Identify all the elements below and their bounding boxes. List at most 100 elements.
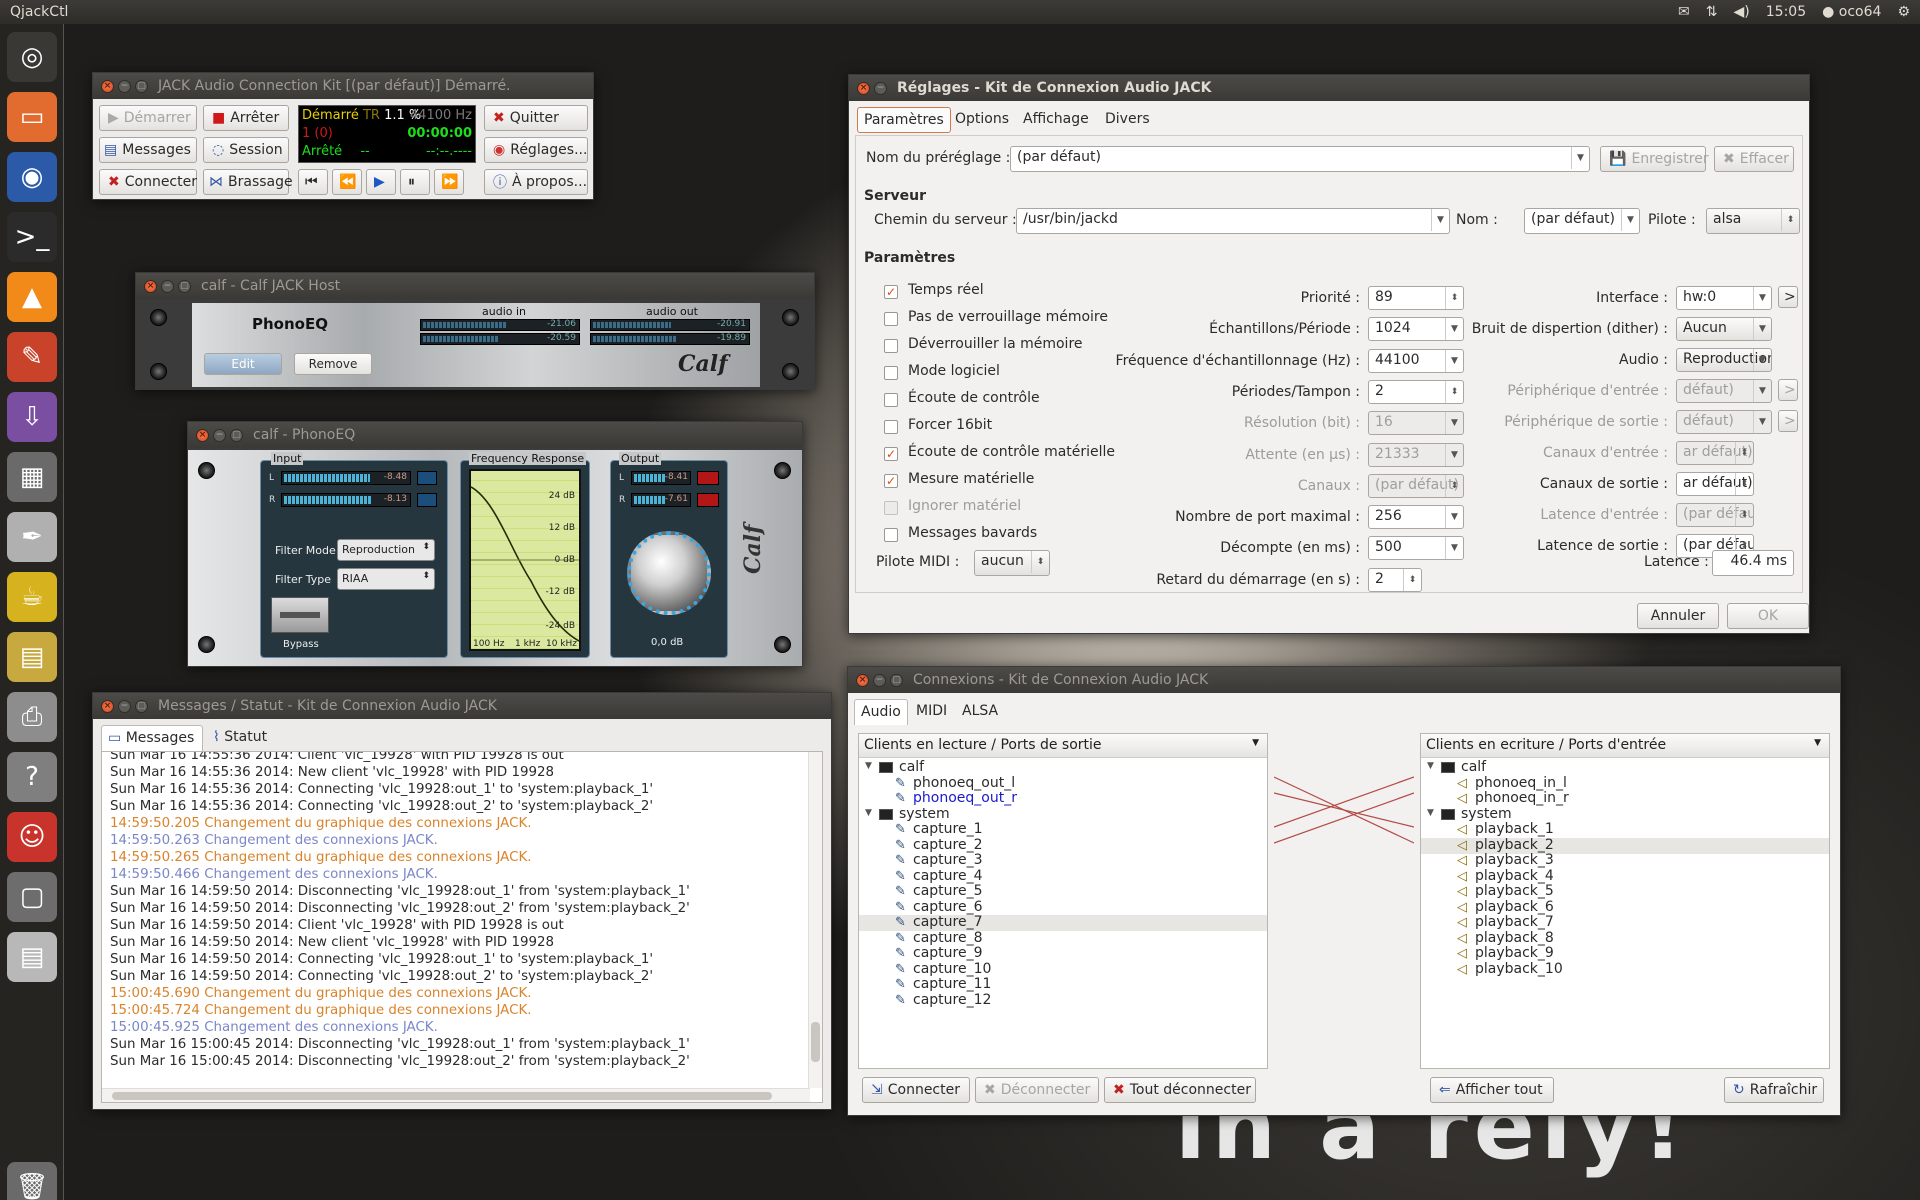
- patchbay-button[interactable]: ⋈ Brassage: [203, 169, 293, 195]
- expand-arrow-icon[interactable]: ▼: [1427, 808, 1434, 818]
- settings-button[interactable]: ◉ Réglages...: [484, 137, 588, 163]
- parameter-field[interactable]: 500 ▼: [1368, 536, 1464, 561]
- gain-knob[interactable]: [627, 531, 711, 615]
- quit-button[interactable]: ✖ Quitter: [484, 105, 588, 131]
- server-name-combo[interactable]: (par défaut) ▼: [1524, 208, 1640, 234]
- device-combo[interactable]: hw:0 ▼: [1676, 286, 1772, 310]
- checkbox-label[interactable]: Pas de verrouillage mémoire: [908, 309, 1108, 325]
- disconnect-all-button[interactable]: ✖ Tout déconnecter: [1104, 1077, 1256, 1103]
- maximize-icon[interactable]: □: [178, 279, 191, 293]
- minimize-icon[interactable]: −: [873, 673, 886, 687]
- checkbox[interactable]: [884, 312, 898, 326]
- teapot-icon[interactable]: ☕: [7, 572, 57, 622]
- minimize-icon[interactable]: −: [161, 279, 174, 293]
- archive-icon[interactable]: ▤: [7, 632, 57, 682]
- ok-button[interactable]: OK: [1727, 603, 1809, 629]
- device-combo[interactable]: Aucun ▼: [1676, 317, 1772, 341]
- tab-status[interactable]: ⌇ Statut: [207, 725, 287, 751]
- terminal-icon[interactable]: >_: [7, 212, 57, 262]
- help-icon[interactable]: ?: [7, 752, 57, 802]
- maximize-icon[interactable]: □: [135, 699, 148, 713]
- checkbox-label[interactable]: Messages bavards: [908, 525, 1037, 541]
- expand-arrow-icon[interactable]: ▼: [1427, 761, 1434, 771]
- vertical-scrollbar[interactable]: [808, 752, 822, 1088]
- messages-button[interactable]: ▤ Messages: [99, 137, 197, 163]
- browse-button[interactable]: >: [1778, 379, 1798, 401]
- device-combo[interactable]: ar défaut) ⬍: [1676, 472, 1754, 496]
- checkbox[interactable]: [884, 420, 898, 434]
- scanner-icon[interactable]: ⎙: [7, 692, 57, 742]
- close-icon[interactable]: ×: [196, 428, 209, 442]
- expand-arrow-icon[interactable]: ▼: [865, 761, 872, 771]
- stop-button[interactable]: ■ Arrêter: [203, 105, 289, 131]
- parameter-field[interactable]: 256 ▼: [1368, 505, 1464, 530]
- parameter-field[interactable]: 44100 ▼: [1368, 348, 1464, 373]
- minimize-icon[interactable]: −: [118, 79, 131, 93]
- forward-button[interactable]: ⏩: [434, 169, 464, 195]
- scroll-thumb[interactable]: [811, 1022, 820, 1062]
- checkbox[interactable]: [884, 339, 898, 353]
- start-button[interactable]: ▶ Démarrer: [99, 105, 197, 131]
- close-icon[interactable]: ×: [101, 79, 114, 93]
- server-path-combo[interactable]: /usr/bin/jackd ▼: [1016, 208, 1450, 234]
- cancel-button[interactable]: Annuler: [1637, 603, 1719, 629]
- session-button[interactable]: ◌ Session: [203, 137, 289, 163]
- tab-midi[interactable]: MIDI: [910, 699, 953, 725]
- remove-button[interactable]: Remove: [294, 353, 372, 375]
- mail-icon[interactable]: ✉: [1678, 4, 1690, 20]
- filter-type-select[interactable]: RIAA ⬍: [337, 568, 435, 590]
- checkbox[interactable]: [884, 528, 898, 542]
- vlc-icon[interactable]: ▲: [7, 272, 57, 322]
- network-icon[interactable]: ⇅: [1706, 4, 1718, 20]
- pause-button[interactable]: ⏸: [400, 169, 430, 195]
- tab-messages[interactable]: ▭ Messages: [101, 725, 203, 751]
- rewind-start-button[interactable]: ⏮: [298, 169, 328, 195]
- volume-icon[interactable]: ◀): [1734, 4, 1750, 20]
- title-bar[interactable]: × − □ Connexions - Kit de Connexion Audio …: [848, 667, 1840, 693]
- close-icon[interactable]: ×: [101, 699, 114, 713]
- checkbox-label[interactable]: Mode logiciel: [908, 363, 1000, 379]
- log-area[interactable]: Sun Mar 16 14:55:36 2014: Client 'vlc_19…: [101, 751, 823, 1103]
- clock[interactable]: 15:05: [1766, 4, 1806, 20]
- close-icon[interactable]: ×: [857, 81, 870, 95]
- close-icon[interactable]: ×: [856, 673, 869, 687]
- pen-icon[interactable]: ✒: [7, 512, 57, 562]
- connect-button[interactable]: ✖ Connecter: [99, 169, 197, 195]
- device-combo[interactable]: Reproduction ▼: [1676, 348, 1772, 372]
- parameter-field[interactable]: 2 ⬍: [1368, 379, 1464, 404]
- mascot-icon[interactable]: ☺: [7, 812, 57, 862]
- tab-alsa[interactable]: ALSA: [956, 699, 1004, 725]
- tab-options[interactable]: Options: [949, 107, 1015, 133]
- settings-icon[interactable]: ✎: [7, 332, 57, 382]
- checkbox-label[interactable]: Déverrouiller la mémoire: [908, 336, 1083, 352]
- user-menu[interactable]: ● oco64: [1822, 4, 1881, 20]
- maximize-icon[interactable]: □: [890, 673, 903, 687]
- maximize-icon[interactable]: □: [230, 428, 243, 442]
- delete-button[interactable]: ✖ Effacer: [1714, 146, 1794, 172]
- firefox-icon[interactable]: ◉: [7, 152, 57, 202]
- installer-icon[interactable]: ⇩: [7, 392, 57, 442]
- refresh-button[interactable]: ↻ Rafraîchir: [1724, 1077, 1824, 1103]
- checkbox-label[interactable]: Écoute de contrôle matérielle: [908, 444, 1115, 460]
- connect-button[interactable]: ⇲ Connecter: [862, 1077, 970, 1103]
- ubuntu-icon[interactable]: ◎: [7, 32, 57, 82]
- about-button[interactable]: ⓘ À propos...: [484, 169, 588, 195]
- parameter-field[interactable]: 1024 ▼: [1368, 317, 1464, 342]
- port-node[interactable]: ✎ capture_12: [859, 992, 1267, 1009]
- title-bar[interactable]: × − □ Messages / Statut - Kit de Connexion…: [93, 693, 831, 719]
- expand-all-button[interactable]: ⇐ Afficher tout: [1430, 1077, 1554, 1103]
- maximize-icon[interactable]: □: [135, 79, 148, 93]
- checkbox-label[interactable]: Temps réel: [908, 282, 984, 298]
- title-bar[interactable]: × − Réglages - Kit de Connexion Audio JAC…: [849, 75, 1809, 101]
- tab-divers[interactable]: Divers: [1099, 107, 1156, 133]
- scroll-thumb[interactable]: [112, 1092, 772, 1100]
- parameter-field[interactable]: 2 ⬍: [1368, 567, 1422, 592]
- checkbox[interactable]: ✓: [884, 285, 898, 299]
- floppy-icon[interactable]: ▤: [7, 932, 57, 982]
- horizontal-scrollbar[interactable]: [102, 1088, 810, 1102]
- tab-parametres[interactable]: Paramètres: [857, 107, 951, 133]
- parameter-field[interactable]: 89 ⬍: [1368, 286, 1464, 310]
- preset-combo[interactable]: (par défaut) ▼: [1010, 146, 1590, 172]
- minimize-icon[interactable]: −: [874, 81, 887, 95]
- gear-icon[interactable]: ⚙: [1897, 4, 1910, 20]
